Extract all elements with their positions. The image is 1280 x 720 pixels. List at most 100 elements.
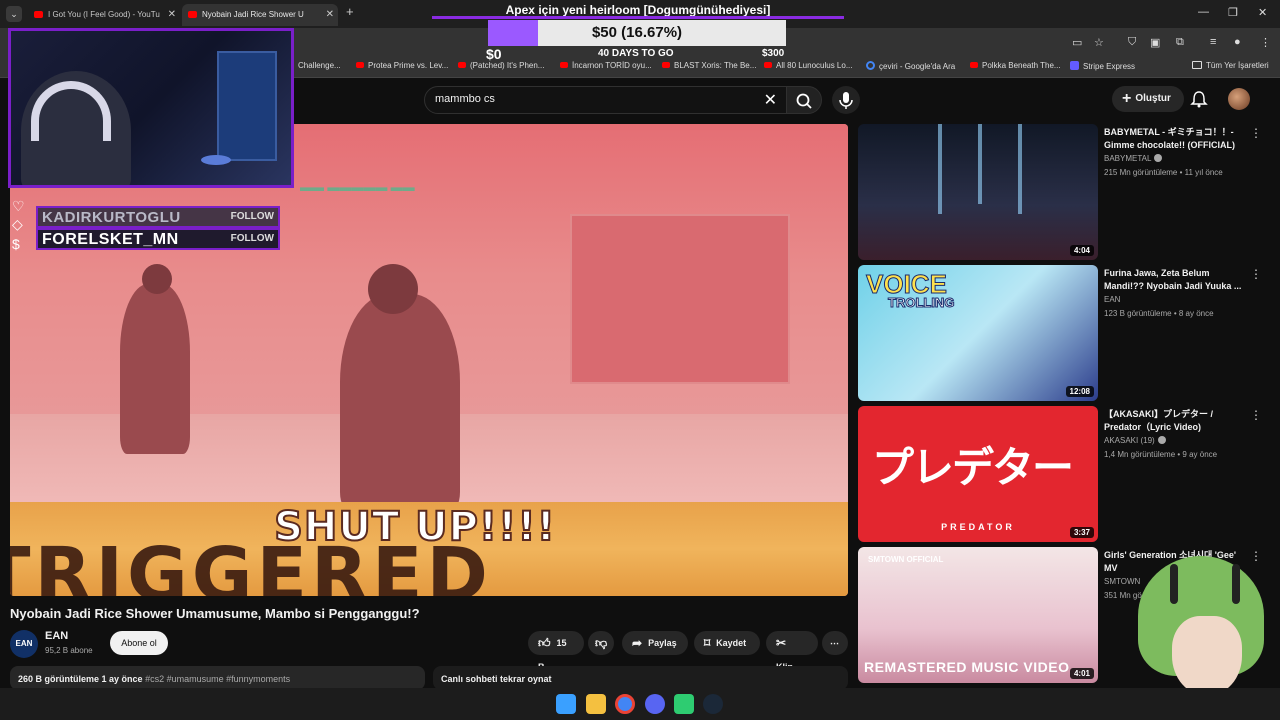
chrome-icon[interactable]: [615, 694, 635, 714]
channel-name[interactable]: BABYMETAL: [1104, 154, 1163, 163]
more-vert-icon[interactable]: ⋮: [1250, 126, 1262, 140]
video-meta: 123 B görüntüleme • 8 ay önce: [1104, 309, 1214, 318]
description-box[interactable]: 260 B görüntüleme 1 ay önce #cs2 #umamus…: [10, 666, 425, 690]
follower-row: KADIRKURTOGLU FOLLOW: [36, 206, 280, 228]
video-title[interactable]: 【AKASAKI】プレデター / Predator（Lyric Video): [1104, 408, 1244, 434]
thumbnail-text: PREDATOR: [941, 522, 1015, 532]
tab-close-icon[interactable]: ✕: [168, 4, 176, 26]
bookmark-item[interactable]: Protea Prime vs. Lev...: [356, 61, 448, 70]
donation-goal-min: $0: [486, 46, 502, 62]
tab-i-got-you[interactable]: I Got You (I Feel Good) - YouTu ✕: [28, 4, 180, 26]
more-actions-button[interactable]: ⋯: [822, 631, 848, 655]
tab-search-icon[interactable]: ⌄: [6, 6, 22, 22]
dislike-button[interactable]: 👎︎: [588, 631, 614, 655]
like-button[interactable]: 👍︎15 B: [528, 631, 584, 672]
bookmark-item[interactable]: (Patched) It's Phen...: [458, 61, 544, 70]
profile-icon[interactable]: ●: [1234, 36, 1241, 48]
share-button[interactable]: ➦ Paylaş: [622, 631, 688, 655]
video-duration: 4:04: [1069, 245, 1094, 256]
search-button[interactable]: [786, 86, 822, 114]
video-thumbnail[interactable]: プレデター PREDATOR 3:37: [858, 406, 1098, 542]
tab-close-icon[interactable]: ✕: [326, 4, 334, 26]
video-player[interactable]: ▬▬ ▬▬▬▬▬ ▬▬ TRIGGERED SHUT UP!!!!: [10, 124, 848, 596]
donation-goal-title: Apex için yeni heirloom [Dogumgünühediye…: [505, 3, 771, 17]
file-explorer-icon[interactable]: [586, 694, 606, 714]
video-title[interactable]: BABYMETAL - ギミチョコ！！- Gimme chocolate!! (…: [1104, 126, 1244, 152]
steam-icon[interactable]: [703, 694, 723, 714]
more-vert-icon[interactable]: ⋮: [1250, 267, 1262, 281]
recommended-video[interactable]: プレデター PREDATOR 3:37 【AKASAKI】プレデター / Pre…: [858, 406, 1268, 542]
channel-name[interactable]: AKASAKI (19): [1104, 436, 1166, 445]
webcam-monitor: [217, 51, 277, 161]
video-title[interactable]: Furina Jawa, Zeta Belum Mandi!?? Nyobain…: [1104, 267, 1244, 293]
donation-goal-divider: [432, 16, 844, 19]
chat-replay-button[interactable]: Canlı sohbeti tekrar oynat: [433, 666, 848, 690]
clip-button[interactable]: ✂Klip: [766, 631, 818, 672]
video-thumbnail[interactable]: SMTOWN OFFICIAL REMASTERED MUSIC VIDEO 4…: [858, 547, 1098, 683]
windows-start-icon[interactable]: [556, 694, 576, 714]
bookmark-item[interactable]: İncarnon TORİD oyu...: [560, 61, 652, 70]
all-bookmarks[interactable]: Tüm Yer İşaretleri: [1192, 61, 1269, 70]
video-killfeed: ▬▬ ▬▬▬▬▬ ▬▬: [300, 180, 415, 194]
more-vert-icon[interactable]: ⋮: [1250, 408, 1262, 422]
recommended-video[interactable]: 4:04 BABYMETAL - ギミチョコ！！- Gimme chocolat…: [858, 124, 1268, 260]
youtube-favicon-icon: [34, 11, 43, 18]
stripe-icon: [1070, 61, 1079, 70]
puzzle-icon[interactable]: ⧉: [1176, 36, 1184, 49]
shut-up-text: SHUT UP!!!!: [273, 503, 556, 551]
youtube-icon: [356, 62, 364, 68]
bookmark-item[interactable]: çeviri - Google'da Ara: [866, 61, 955, 71]
bookmark-item[interactable]: BLAST Xoris: The Be...: [662, 61, 756, 70]
cast-icon[interactable]: ▭: [1072, 36, 1082, 49]
save-button[interactable]: ⌑ Kaydet: [694, 631, 760, 655]
recommended-video[interactable]: VOICE TROLLING 12:08 Furina Jawa, Zeta B…: [858, 265, 1268, 401]
extension-icon[interactable]: ▣: [1150, 36, 1160, 49]
more-vert-icon[interactable]: ⋮: [1260, 36, 1271, 49]
youtube-icon: [458, 62, 466, 68]
scissors-icon: ✂: [776, 636, 787, 650]
bookmark-item[interactable]: All 80 Lunoculus Lo...: [764, 61, 853, 70]
avatar[interactable]: [1228, 88, 1250, 110]
close-window-icon[interactable]: ✕: [1258, 6, 1267, 19]
voice-search-button[interactable]: [832, 86, 860, 114]
video-figure: [120, 284, 190, 454]
thumbnail-text: TROLLING: [887, 295, 955, 311]
folder-icon: [1192, 61, 1202, 69]
create-button[interactable]: + Oluştur: [1112, 86, 1184, 112]
channel-name[interactable]: EAN: [45, 630, 68, 642]
plus-icon: +: [1122, 90, 1132, 107]
bookmark-item[interactable]: Stripe Express: [1070, 61, 1135, 71]
webcam-overlay: [8, 28, 294, 188]
minimize-icon[interactable]: —: [1198, 6, 1209, 18]
bookmark-item[interactable]: Polkka Beneath The...: [970, 61, 1061, 70]
donation-goal-days: 40 DAYS TO GO: [598, 48, 674, 59]
heart-icon: ♡: [12, 198, 25, 214]
tab-nyobain[interactable]: Nyobain Jadi Rice Shower U ✕: [182, 4, 338, 26]
new-tab-icon[interactable]: +: [346, 4, 354, 19]
video-duration: 4:01: [1069, 668, 1094, 679]
channel-avatar[interactable]: EAN: [10, 630, 38, 658]
notifications-bell-icon[interactable]: [1190, 90, 1208, 108]
video-duration: 3:37: [1069, 527, 1094, 538]
restore-icon[interactable]: ❐: [1228, 6, 1238, 19]
search-input[interactable]: mammbo cs ✕: [424, 86, 788, 114]
app-icon[interactable]: [674, 694, 694, 714]
dollar-icon: $: [12, 236, 20, 252]
menu-list-icon[interactable]: ≡: [1210, 36, 1216, 48]
os-taskbar: [0, 688, 1280, 720]
bookmark-item[interactable]: Challenge...: [298, 61, 341, 70]
webcam-lamp: [201, 155, 231, 165]
clear-search-icon[interactable]: ✕: [764, 90, 777, 110]
video-thumbnail[interactable]: VOICE TROLLING 12:08: [858, 265, 1098, 401]
discord-icon[interactable]: [645, 694, 665, 714]
subscribe-button[interactable]: Abone ol: [110, 631, 168, 655]
stage-light: [938, 124, 942, 214]
video-thumbnail[interactable]: 4:04: [858, 124, 1098, 260]
bookmark-star-icon[interactable]: ☆: [1094, 36, 1104, 49]
youtube-icon: [662, 62, 670, 68]
stage-light: [1018, 124, 1022, 214]
stage-light: [978, 124, 982, 204]
shield-icon[interactable]: ⛉: [1128, 36, 1136, 49]
microphone-icon: [839, 92, 853, 109]
channel-name[interactable]: EAN: [1104, 295, 1120, 304]
